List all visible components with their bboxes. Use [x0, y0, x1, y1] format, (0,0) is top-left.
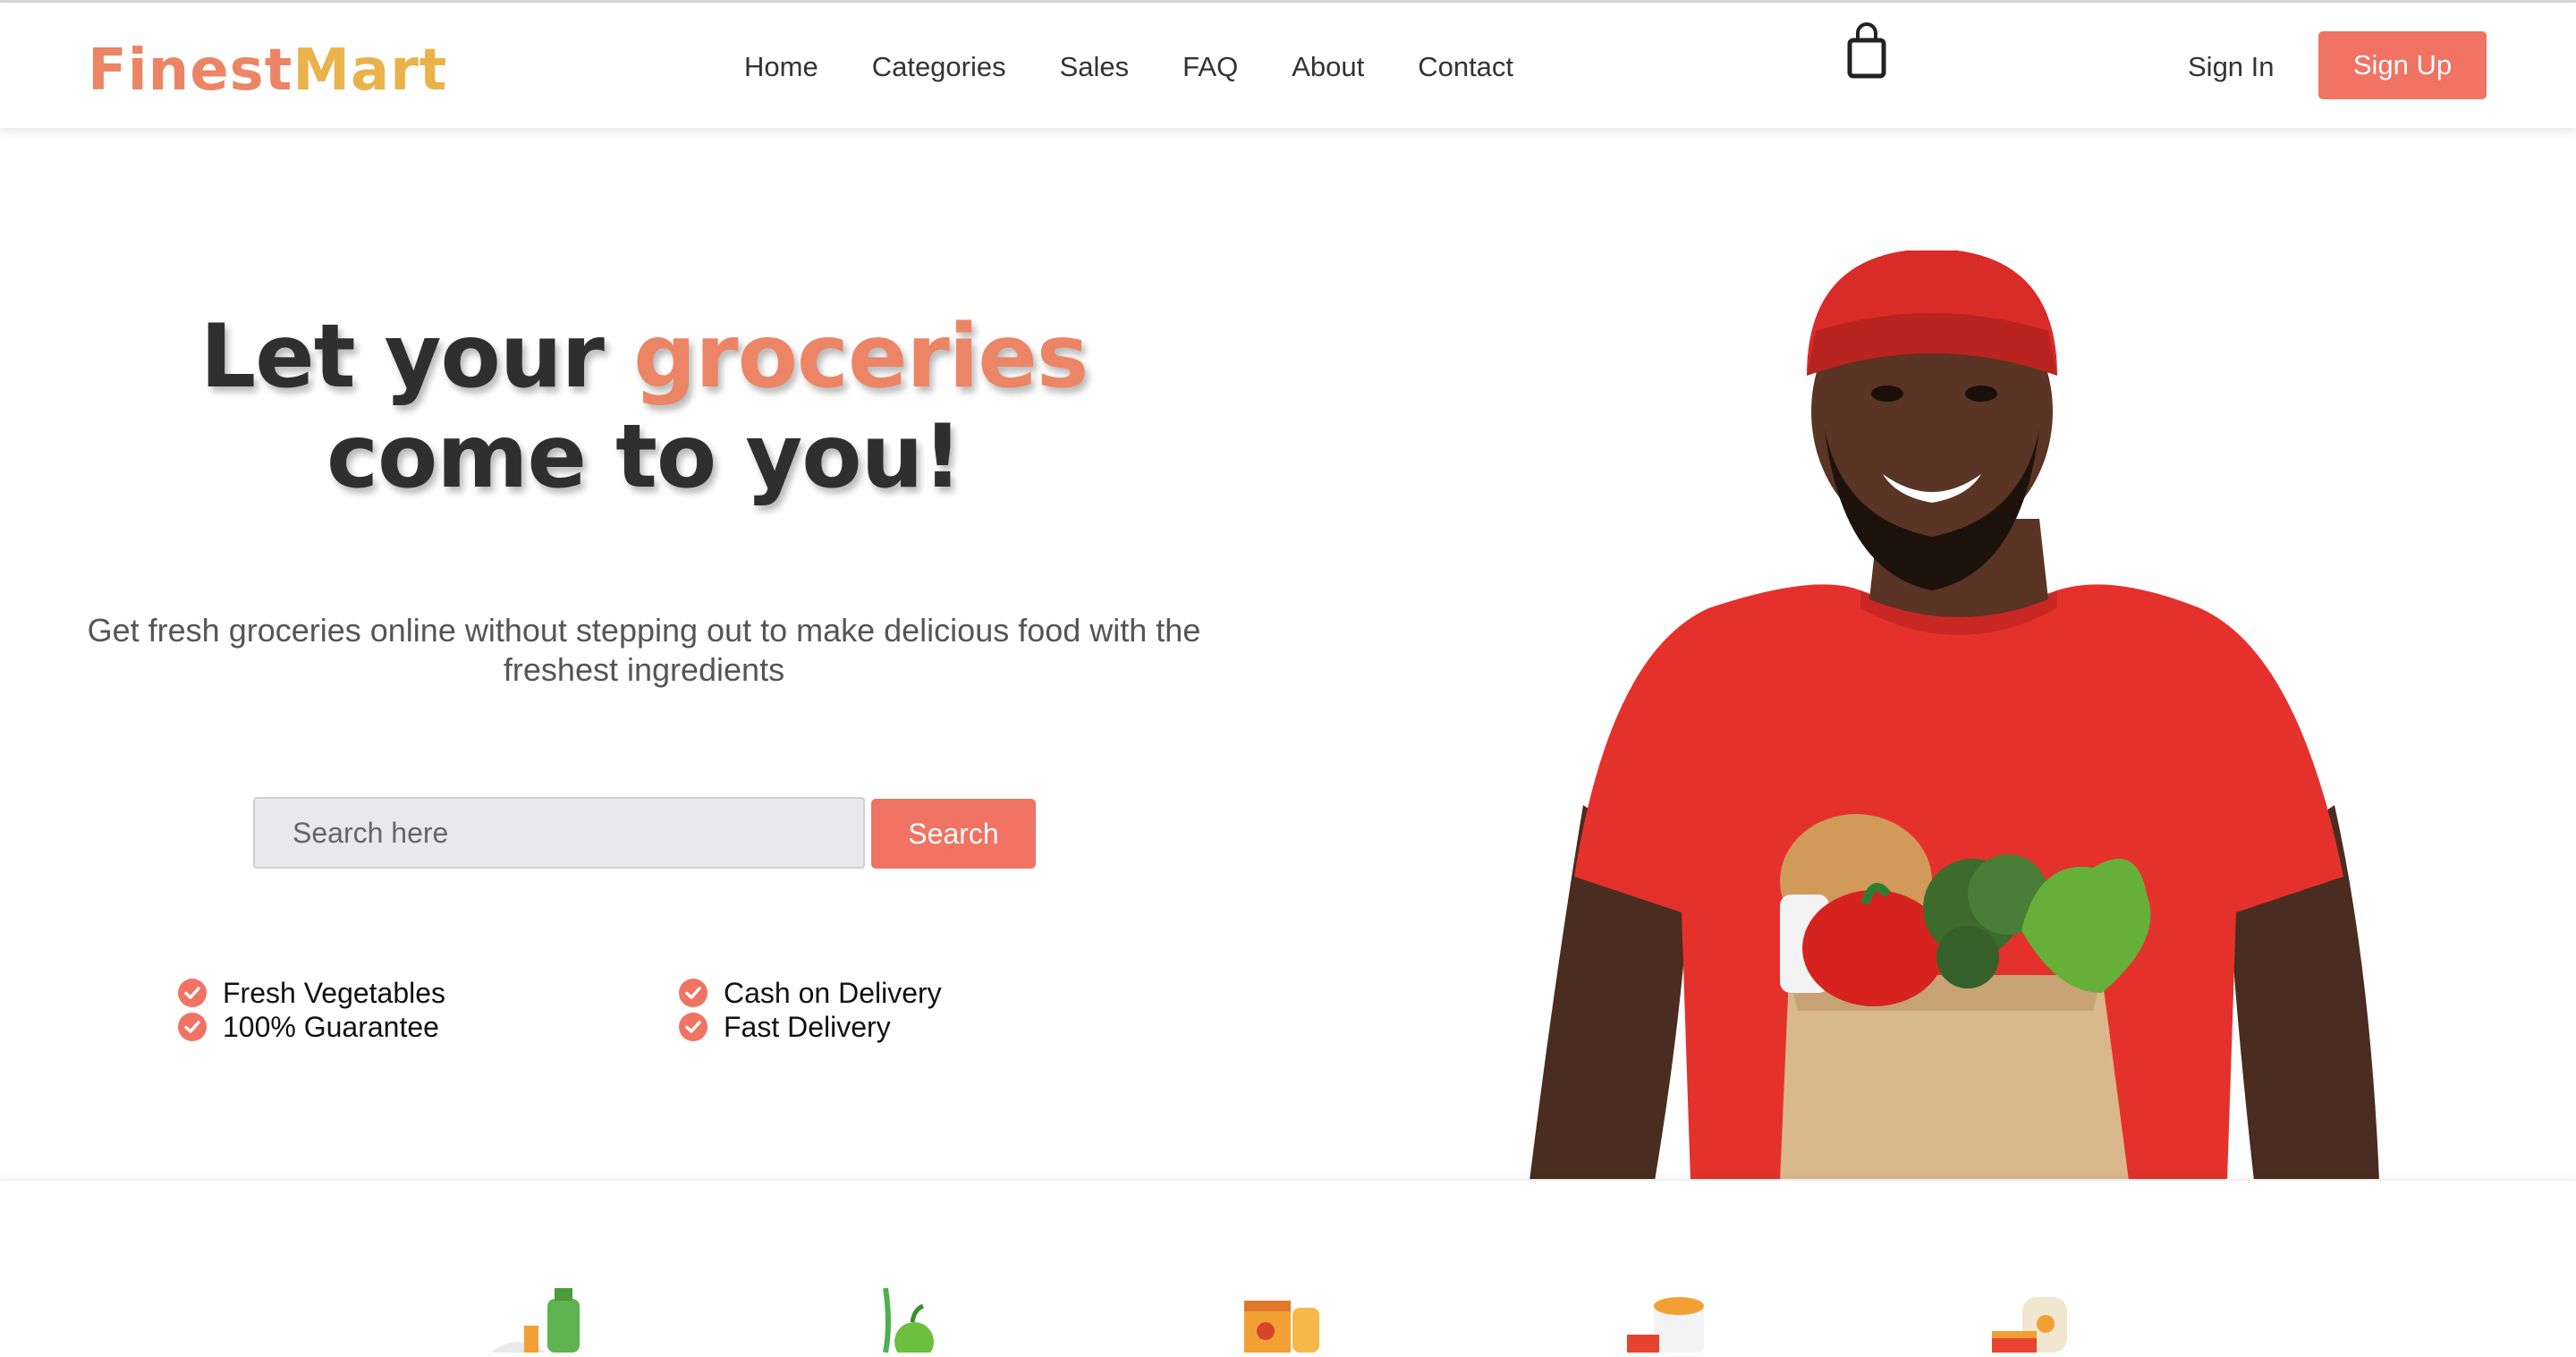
category-beverages-icon[interactable]	[483, 1288, 599, 1353]
check-circle-icon	[679, 1013, 708, 1041]
feature-guarantee: 100% Guarantee	[178, 1010, 439, 1044]
nav-faq[interactable]: FAQ	[1182, 47, 1238, 87]
check-circle-icon	[178, 1013, 207, 1041]
hero-section: Let your groceries come to you! Get fres…	[0, 128, 1288, 1179]
brand-name-part2: Mart	[292, 38, 448, 104]
brand-name-part1: Finest	[88, 38, 293, 104]
nav-about[interactable]: About	[1292, 47, 1364, 87]
shopping-bag-icon[interactable]	[1844, 22, 1889, 81]
feature-label: Fresh Vegetables	[223, 977, 446, 1009]
feature-label: Fast Delivery	[724, 1011, 891, 1043]
search-button[interactable]: Search	[871, 799, 1036, 869]
hero-subtitle: Get fresh groceries online without stepp…	[87, 612, 1201, 688]
check-circle-icon	[679, 979, 708, 1007]
feature-label: Cash on Delivery	[724, 977, 942, 1009]
category-vegetables-icon[interactable]	[859, 1287, 975, 1357]
nav-sales[interactable]: Sales	[1060, 47, 1130, 87]
delivery-man-photo	[1521, 249, 2397, 1181]
feature-fresh-vegetables: Fresh Vegetables	[178, 976, 445, 1010]
category-snacks-icon[interactable]	[1239, 1288, 1355, 1353]
search-input[interactable]	[253, 797, 865, 869]
hero-title-start: Let your	[199, 306, 634, 408]
hero-title-end: come to you!	[326, 406, 962, 508]
sign-in-link[interactable]: Sign In	[2188, 47, 2275, 87]
feature-cash-on-delivery: Cash on Delivery	[679, 976, 942, 1010]
feature-label: 100% Guarantee	[223, 1011, 439, 1043]
sign-up-button[interactable]: Sign Up	[2318, 31, 2487, 99]
nav-categories[interactable]: Categories	[872, 47, 1006, 87]
feature-fast-delivery: Fast Delivery	[679, 1010, 891, 1044]
hero-title: Let your groceries come to you!	[80, 307, 1208, 507]
check-circle-icon	[178, 979, 207, 1007]
category-dairy-icon[interactable]	[1990, 1288, 2106, 1353]
category-canned-icon[interactable]	[1623, 1288, 1740, 1353]
hero-title-highlight: groceries	[633, 306, 1089, 408]
nav-contact[interactable]: Contact	[1418, 47, 1513, 87]
nav-home[interactable]: Home	[744, 47, 818, 87]
brand-logo[interactable]: FinestMart	[88, 35, 447, 106]
site-header: FinestMart Home Categories Sales FAQ Abo…	[0, 3, 2576, 128]
main-nav: Home Categories Sales FAQ About Contact	[744, 47, 1513, 87]
